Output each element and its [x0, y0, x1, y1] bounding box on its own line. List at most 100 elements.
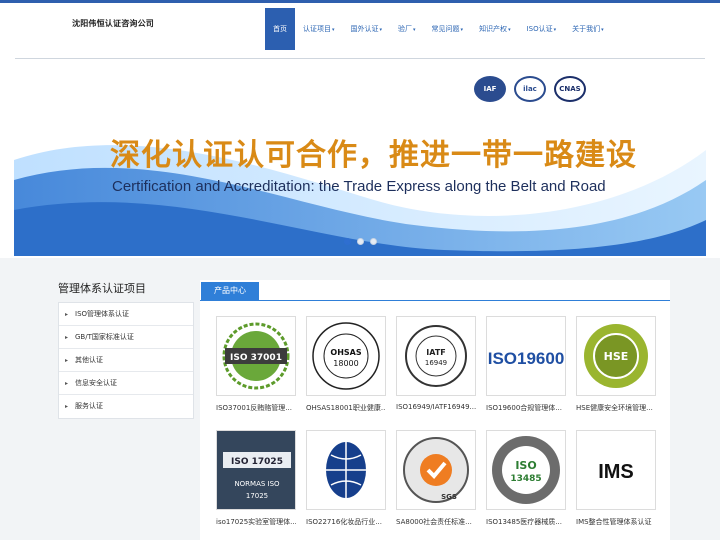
sidebar-item-gbt[interactable]: GB/T国家标准认证: [59, 326, 193, 349]
chevron-down-icon: ▾: [460, 27, 464, 33]
product-caption[interactable]: ISO37001反贿赂管理...: [216, 403, 296, 413]
product-image[interactable]: OHSAS 18000: [306, 316, 386, 396]
sidebar-item-infosec[interactable]: 信息安全认证: [59, 372, 193, 395]
product-caption[interactable]: HSE健康安全环境管理...: [576, 403, 656, 413]
product-image[interactable]: ISO 37001: [216, 316, 296, 396]
product-image[interactable]: ISO 17025 NORMAS ISO 17025: [216, 430, 296, 510]
product-image[interactable]: IATF 16949: [396, 316, 476, 396]
product-card[interactable]: ISO 13485 ISO13485医疗器械质...: [486, 430, 566, 527]
main-nav: 首页 认证项目▾ 国外认证▾ 验厂▾ 常见问题▾ 知识产权▾ ISO认证▾ 关于…: [265, 8, 612, 50]
site-header: 沈阳伟恒认证咨询公司 首页 认证项目▾ 国外认证▾ 验厂▾ 常见问题▾ 知识产权…: [0, 3, 720, 58]
nav-home-label: 首页: [273, 25, 287, 33]
product-caption[interactable]: ISO22716化妆品行业...: [306, 517, 386, 527]
carousel-dots: [344, 238, 377, 245]
product-card[interactable]: OHSAS 18000 OHSAS18001职业健康...: [306, 316, 386, 413]
product-caption[interactable]: ISO16949/IATF16949...: [396, 403, 476, 411]
svg-text:16949: 16949: [425, 359, 447, 367]
svg-text:SGS: SGS: [441, 493, 457, 501]
sidebar-item-iso[interactable]: ISO管理体系认证: [59, 303, 193, 326]
product-caption[interactable]: IMS整合性管理体系认证: [576, 517, 656, 527]
carousel-dot-1[interactable]: [344, 238, 351, 245]
svg-text:ISO 37001: ISO 37001: [230, 353, 282, 363]
nav-home[interactable]: 首页: [265, 8, 295, 50]
hse-seal-icon: HSE: [584, 324, 648, 388]
sidebar-title: 管理体系认证项目: [58, 282, 146, 295]
nav-about[interactable]: 关于我们▾: [564, 8, 612, 50]
nav-ip[interactable]: 知识产权▾: [471, 8, 519, 50]
chevron-down-icon: ▾: [601, 27, 604, 33]
product-image[interactable]: ISO 13485: [486, 430, 566, 510]
chevron-down-icon: ▾: [379, 27, 383, 33]
svg-text:OHSAS: OHSAS: [330, 348, 361, 357]
chevron-down-icon: ▾: [332, 27, 335, 33]
product-card[interactable]: ISO 17025 NORMAS ISO 17025 iso17025实验室管理…: [216, 430, 296, 527]
product-caption[interactable]: ISO19600合规管理体...: [486, 403, 566, 413]
iso17025-cover-icon: ISO 17025 NORMAS ISO 17025: [217, 431, 295, 509]
banner-headline: 深化认证认可合作，推进一带一路建设: [110, 138, 637, 173]
carousel-dot-2[interactable]: [357, 238, 364, 245]
ohsas-seal-icon: OHSAS 18000: [312, 322, 380, 390]
chevron-down-icon: ▾: [553, 27, 557, 33]
accreditation-badges: IAF ilac CNAS: [474, 76, 586, 102]
product-caption[interactable]: SA8000社会责任标准...: [396, 517, 476, 527]
svg-text:IATF: IATF: [426, 348, 445, 357]
nav-label: 知识产权: [479, 25, 508, 33]
product-image[interactable]: ISO19600: [486, 316, 566, 396]
product-card[interactable]: HSE HSE健康安全环境管理...: [576, 316, 656, 413]
iatf-seal-icon: IATF 16949: [405, 325, 467, 387]
product-card[interactable]: ISO22716化妆品行业...: [306, 430, 386, 527]
tab-products[interactable]: 产品中心: [201, 282, 259, 300]
product-image[interactable]: SGS: [396, 430, 476, 510]
chevron-down-icon: ▾: [508, 27, 511, 33]
product-caption[interactable]: ISO13485医疗器械质...: [486, 517, 566, 527]
product-card[interactable]: IMS IMS整合性管理体系认证: [576, 430, 656, 527]
product-image[interactable]: IMS: [576, 430, 656, 510]
carousel-dot-3[interactable]: [370, 238, 377, 245]
nav-label: 常见问题: [431, 25, 460, 33]
product-card[interactable]: SGS SA8000社会责任标准...: [396, 430, 476, 527]
sidebar-item-other[interactable]: 其他认证: [59, 349, 193, 372]
iso22716-globe-icon: [326, 442, 366, 498]
ilac-logo-icon: ilac: [514, 76, 546, 102]
banner-subline: Certification and Accreditation: the Tra…: [112, 178, 606, 195]
iso19600-logo-icon: ISO19600: [488, 349, 565, 368]
nav-factory-audit[interactable]: 验厂▾: [390, 8, 424, 50]
nav-cert-projects[interactable]: 认证项目▾: [295, 8, 343, 50]
product-card[interactable]: ISO 37001 ISO37001反贿赂管理...: [216, 316, 296, 413]
nav-label: 认证项目: [303, 25, 331, 33]
nav-faq[interactable]: 常见问题▾: [424, 8, 472, 50]
iaf-logo-icon: IAF: [474, 76, 506, 102]
svg-text:18000: 18000: [333, 359, 358, 368]
svg-text:ISO 17025: ISO 17025: [231, 457, 283, 467]
svg-text:ISO19600: ISO19600: [488, 349, 565, 368]
nav-label: 国外认证: [350, 25, 379, 33]
panel-divider: [200, 300, 670, 301]
nav-label: ISO认证: [526, 25, 553, 33]
product-card[interactable]: ISO19600 ISO19600合规管理体...: [486, 316, 566, 413]
iso13485-seal-icon: ISO 13485: [492, 436, 560, 504]
ims-logo-icon: IMS: [598, 461, 634, 483]
svg-text:IMS: IMS: [598, 461, 634, 483]
svg-text:17025: 17025: [246, 492, 268, 500]
product-image[interactable]: [306, 430, 386, 510]
svg-text:ISO: ISO: [515, 459, 536, 472]
svg-text:NORMAS ISO: NORMAS ISO: [234, 480, 280, 488]
product-panel: 产品中心 ISO 37001 ISO37001反贿赂管理... OHSAS 18…: [200, 280, 670, 542]
cnas-logo-icon: CNAS: [554, 76, 586, 102]
nav-foreign-cert[interactable]: 国外认证▾: [343, 8, 391, 50]
main-content: 管理体系认证项目 ISO管理体系认证 GB/T国家标准认证 其他认证 信息安全认…: [0, 258, 720, 542]
nav-iso-cert[interactable]: ISO认证▾: [519, 8, 565, 50]
product-caption[interactable]: OHSAS18001职业健康...: [306, 403, 386, 413]
sidebar-item-service[interactable]: 服务认证: [59, 395, 193, 418]
product-image[interactable]: HSE: [576, 316, 656, 396]
brand-name[interactable]: 沈阳伟恒认证咨询公司: [72, 18, 154, 29]
sidebar-menu: ISO管理体系认证 GB/T国家标准认证 其他认证 信息安全认证 服务认证: [58, 302, 194, 419]
sa8000-seal-icon: SGS: [403, 437, 469, 503]
svg-text:HSE: HSE: [604, 350, 629, 363]
product-card[interactable]: IATF 16949 ISO16949/IATF16949...: [396, 316, 476, 411]
header-divider: [15, 58, 705, 59]
chevron-down-icon: ▾: [413, 27, 416, 33]
product-caption[interactable]: iso17025实验室管理体...: [216, 517, 296, 527]
nav-label: 关于我们: [572, 25, 601, 33]
hero-banner[interactable]: IAF ilac CNAS 深化认证认可合作，推进一带一路建设 Certific…: [14, 60, 706, 256]
